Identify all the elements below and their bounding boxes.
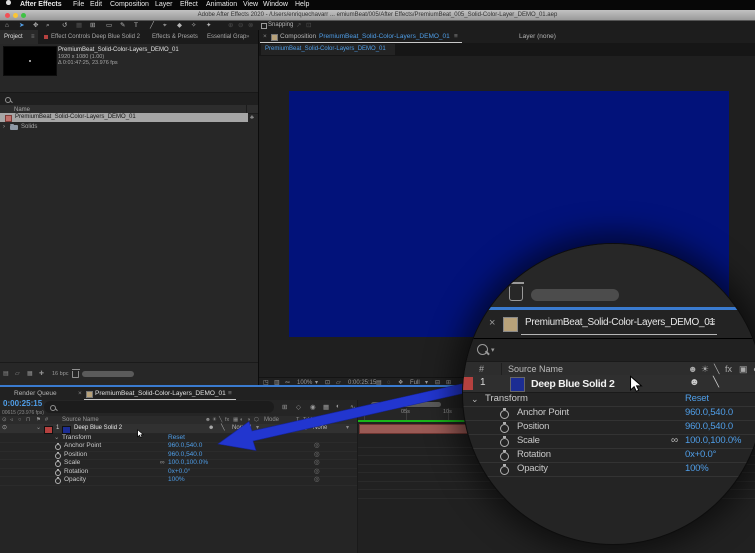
shy-switch-icon: ☻ xyxy=(688,364,698,374)
layer-quality-icon[interactable]: ╲ xyxy=(713,377,719,388)
stopwatch-icon[interactable] xyxy=(500,449,509,461)
magnified-scale-row[interactable]: Scale ∞ 100.0,100.0% xyxy=(463,434,755,449)
transform-reset-link[interactable]: Reset xyxy=(685,392,709,406)
search-caret-icon: ▾ xyxy=(491,346,495,354)
layer-solid-swatch xyxy=(510,377,525,392)
property-value[interactable]: 960.0,540.0 xyxy=(685,420,733,434)
magnified-panel-footer: › xyxy=(463,244,755,307)
mouse-cursor xyxy=(630,375,643,392)
transform-group-label[interactable]: Transform xyxy=(485,392,528,406)
divider-glyph: › xyxy=(487,286,491,298)
fx-switch-icon: fx xyxy=(725,364,733,374)
frame-blend-switch-icon: ▣ xyxy=(739,364,748,374)
property-name: Opacity xyxy=(517,463,548,474)
magnifier-overlay: › × PremiumBeat_Solid-Color-Layers_DEMO_… xyxy=(462,243,755,545)
close-tab-icon[interactable]: × xyxy=(489,317,495,329)
magnified-position-row[interactable]: Position 960.0,540.0 xyxy=(463,420,755,435)
comp-color-swatch xyxy=(503,316,518,332)
property-value[interactable]: 960.0,540.0 xyxy=(685,406,733,420)
stopwatch-icon[interactable] xyxy=(500,463,509,475)
number-column-label: # xyxy=(479,364,485,374)
layer-label-swatch[interactable] xyxy=(463,377,473,390)
layer-shy-icon[interactable]: ☻ xyxy=(689,377,700,388)
horizontal-scrollbar[interactable] xyxy=(531,289,619,301)
property-name: Rotation xyxy=(517,449,551,460)
trash-icon[interactable] xyxy=(506,282,524,301)
property-name: Scale xyxy=(517,435,540,446)
tab-menu-icon[interactable]: ≡ xyxy=(709,316,715,328)
magnified-transform-row[interactable]: ⌄ Transform Reset xyxy=(463,392,755,407)
after-effects-window: After Effects File Edit Composition Laye… xyxy=(0,0,755,553)
search-icon xyxy=(477,343,488,355)
magnified-rotation-row[interactable]: Rotation 0x+0.0° xyxy=(463,448,755,463)
magnified-layer-row[interactable]: 1 Deep Blue Solid 2 ☻ ╲ xyxy=(463,375,755,393)
property-value[interactable]: 100.0,100.0% xyxy=(685,434,741,448)
layer-number: 1 xyxy=(480,377,486,388)
magnified-opacity-row[interactable]: Opacity 100% xyxy=(463,462,755,477)
tab-comp-name[interactable]: PremiumBeat_Solid-Color-Layers_DEMO_01 xyxy=(525,317,715,328)
active-tab-underline xyxy=(521,333,717,335)
link-dimensions-icon[interactable]: ∞ xyxy=(671,434,678,448)
layer-name[interactable]: Deep Blue Solid 2 xyxy=(531,378,615,390)
property-value[interactable]: 100% xyxy=(685,462,709,476)
property-name: Anchor Point xyxy=(517,407,569,418)
column-divider xyxy=(501,363,502,375)
property-name: Position xyxy=(517,421,550,432)
magnified-timeline-tab: × PremiumBeat_Solid-Color-Layers_DEMO_01… xyxy=(463,309,755,339)
stopwatch-icon[interactable] xyxy=(500,435,509,447)
magnified-search-field[interactable]: ▾ xyxy=(463,338,755,361)
collapse-switch-icon: ☀ xyxy=(701,364,710,374)
quality-switch-icon: ╲ xyxy=(714,364,720,374)
stopwatch-icon[interactable] xyxy=(500,421,509,433)
magnified-anchor-point-row[interactable]: Anchor Point 960.0,540.0 xyxy=(463,406,755,421)
property-value[interactable]: 0x+0.0° xyxy=(685,448,716,462)
stopwatch-icon[interactable] xyxy=(500,407,509,419)
group-expander-icon[interactable]: ⌄ xyxy=(471,392,479,406)
source-name-column-label[interactable]: Source Name xyxy=(508,362,563,376)
